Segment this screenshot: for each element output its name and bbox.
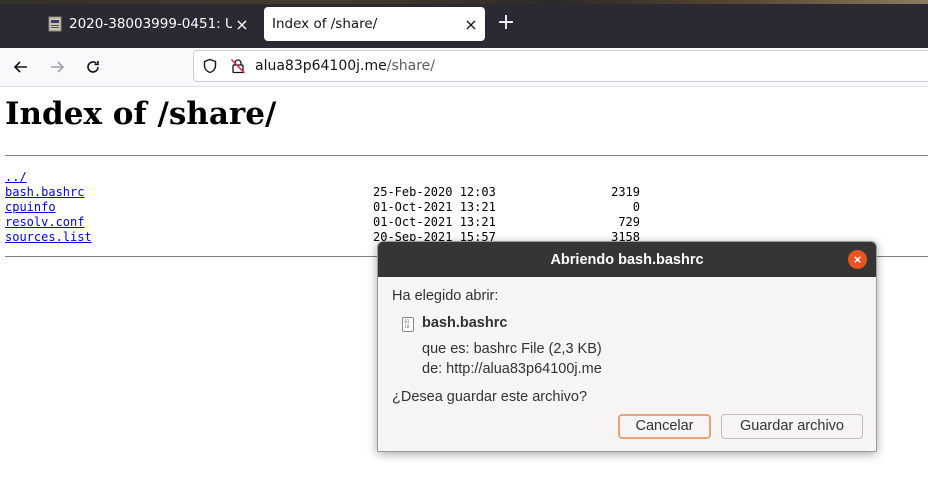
favicon-icon <box>48 16 62 32</box>
list-item: sources.list 20-Sep-2021 15:57 3158 <box>5 230 640 245</box>
address-bar[interactable]: alua83p64100j.me/share/ <box>193 50 928 82</box>
url-path: /share/ <box>386 58 435 74</box>
file-size: 2319 <box>611 185 640 199</box>
back-arrow-icon[interactable] <box>7 53 35 81</box>
file-link-resolv-conf[interactable]: resolv.conf <box>5 215 84 230</box>
navigation-bar: alua83p64100j.me/share/ <box>0 48 928 87</box>
window-backdrop <box>0 0 928 4</box>
parent-directory-link[interactable]: ../ <box>5 170 27 185</box>
list-item: resolv.conf 01-Oct-2021 13:21 729 <box>5 215 640 230</box>
file-link-cpuinfo[interactable]: cpuinfo <box>5 200 56 215</box>
list-item: ../ <box>5 170 48 185</box>
divider <box>5 155 928 156</box>
save-question: ¿Desea guardar este archivo? <box>392 389 588 405</box>
tab-title: Index of /share/ <box>272 16 378 32</box>
file-listing: ../ bash.bashrc 25-Feb-2020 12:03 2319 c… <box>5 170 640 245</box>
file-size: 729 <box>618 215 640 229</box>
url-domain: alua83p64100j.me <box>255 58 387 74</box>
file-icon: 01 10 <box>402 317 414 332</box>
tab-document[interactable]: 2020-38003999-0451: UT × <box>38 7 256 41</box>
file-link-sources-list[interactable]: sources.list <box>5 230 92 245</box>
save-file-button[interactable]: Guardar archivo <box>721 414 863 439</box>
chosen-label: Ha elegido abrir: <box>392 288 499 304</box>
list-item: bash.bashrc 25-Feb-2020 12:03 2319 <box>5 185 640 200</box>
list-item: cpuinfo 01-Oct-2021 13:21 0 <box>5 200 640 215</box>
plus-icon[interactable]: + <box>494 12 518 36</box>
cancel-button[interactable]: Cancelar <box>618 414 711 439</box>
shield-icon[interactable] <box>202 58 218 74</box>
download-dialog: Abriendo bash.bashrc × Ha elegido abrir:… <box>377 241 877 452</box>
dialog-title: Abriendo bash.bashrc <box>550 252 704 268</box>
svg-text:10: 10 <box>405 324 410 329</box>
forward-arrow-icon[interactable] <box>43 53 71 81</box>
file-link-bash-bashrc[interactable]: bash.bashrc <box>5 185 84 200</box>
file-size: 0 <box>632 200 640 214</box>
tab-title: 2020-38003999-0451: UT <box>69 16 232 32</box>
file-date: 01-Oct-2021 13:21 <box>373 215 496 229</box>
tab-index-share[interactable]: Index of /share/ × <box>264 7 485 41</box>
file-source-line: de: http://alua83p64100j.me <box>422 361 602 377</box>
insecure-lock-icon[interactable] <box>230 58 246 74</box>
page-title: Index of /share/ <box>5 96 277 132</box>
tab-bar: 2020-38003999-0451: UT × Index of /share… <box>0 0 928 48</box>
close-icon[interactable]: × <box>461 15 481 34</box>
dialog-filename: bash.bashrc <box>422 315 508 331</box>
url-text: alua83p64100j.me/share/ <box>255 58 435 74</box>
dialog-header: Abriendo bash.bashrc × <box>378 242 876 277</box>
reload-icon[interactable] <box>79 53 107 81</box>
close-icon[interactable]: × <box>232 15 252 34</box>
file-date: 01-Oct-2021 13:21 <box>373 200 496 214</box>
file-date: 25-Feb-2020 12:03 <box>373 185 496 199</box>
file-type-line: que es: bashrc File (2,3 KB) <box>422 341 602 357</box>
close-icon[interactable]: × <box>848 250 867 269</box>
